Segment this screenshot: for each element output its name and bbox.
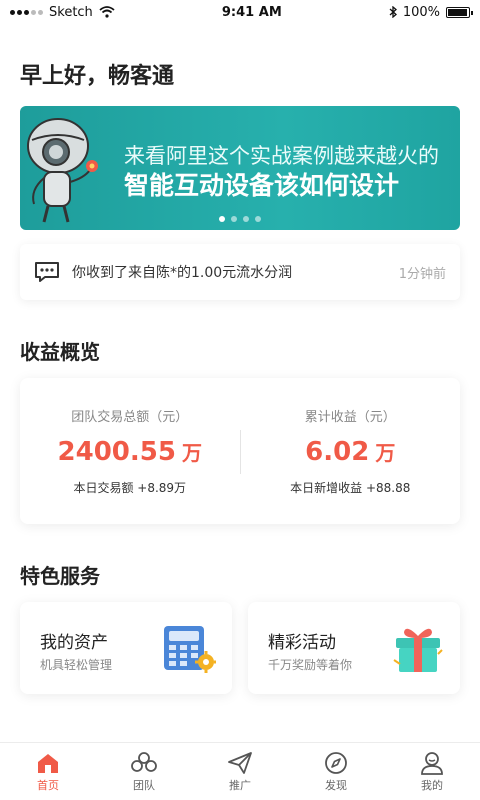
status-bar: Sketch 9:41 AM 100% <box>0 0 480 24</box>
earnings-card[interactable]: 团队交易总额（元） 2400.55 万 本日交易额 +8.89万 累计收益（元）… <box>20 378 460 524</box>
battery-icon <box>446 6 473 18</box>
message-icon <box>35 262 59 282</box>
tab-discover-label: 发现 <box>325 778 347 792</box>
home-page: 早上好，畅客通 来看阿里这个实战案例越来越火的 智能互动设备该如何设计 你收到了… <box>0 24 480 742</box>
earnings-section-title: 收益概览 <box>20 340 100 364</box>
home-icon <box>38 753 58 773</box>
signal-strength-icon <box>10 9 43 15</box>
carousel-dot[interactable] <box>231 216 237 222</box>
wifi-icon <box>99 6 115 18</box>
greeting-title: 早上好，畅客通 <box>20 64 175 89</box>
today-volume: 本日交易额 +8.89万 <box>73 481 187 495</box>
bluetooth-icon <box>389 6 397 18</box>
notice-text: 你收到了来自陈*的1.00元流水分润 <box>72 265 293 281</box>
send-icon <box>228 751 252 774</box>
tab-promote-label: 推广 <box>229 778 251 792</box>
tab-home-label: 首页 <box>37 778 59 792</box>
team-volume-stat: 团队交易总额（元） 2400.55 万 本日交易额 +8.89万 <box>20 378 240 524</box>
events-subtitle: 千万奖励等着你 <box>268 658 353 672</box>
tab-discover[interactable]: 发现 <box>288 743 384 800</box>
carousel-dot[interactable] <box>219 216 225 222</box>
team-volume-number: 2400.55 <box>57 437 176 467</box>
carrier-name: Sketch <box>49 4 93 20</box>
tab-profile-label: 我的 <box>421 778 443 792</box>
team-volume-label: 团队交易总额（元） <box>71 410 189 425</box>
total-income-label: 累计收益（元） <box>304 410 396 425</box>
total-income-number: 6.02 <box>305 437 370 467</box>
promo-banner[interactable]: 来看阿里这个实战案例越来越火的 智能互动设备该如何设计 <box>20 106 460 230</box>
tab-home[interactable]: 首页 <box>0 743 96 800</box>
carousel-indicator[interactable] <box>20 216 460 222</box>
tab-team[interactable]: 团队 <box>96 743 192 800</box>
today-income: 本日新增收益 +88.88 <box>290 481 411 495</box>
compass-icon <box>325 751 347 774</box>
notice-time: 1分钟前 <box>398 266 446 282</box>
events-title: 精彩活动 <box>268 633 336 653</box>
total-income-stat: 累计收益（元） 6.02 万 本日新增收益 +88.88 <box>241 378 461 524</box>
income-notice[interactable]: 你收到了来自陈*的1.00元流水分润 1分钟前 <box>20 244 460 300</box>
team-icon <box>131 751 157 772</box>
banner-subheadline: 智能互动设备该如何设计 <box>124 171 400 200</box>
events-card[interactable]: 精彩活动 千万奖励等着你 <box>248 602 460 694</box>
status-right: 100% <box>389 4 473 20</box>
tab-profile[interactable]: 我的 <box>384 743 480 800</box>
carousel-dot[interactable] <box>243 216 249 222</box>
gift-icon <box>393 628 443 672</box>
bottom-tab-bar: 首页 团队 推广 发现 我的 <box>0 742 480 800</box>
battery-percent: 100% <box>402 4 440 20</box>
services-section-title: 特色服务 <box>20 564 100 588</box>
profile-icon <box>421 751 443 775</box>
calculator-icon <box>164 626 216 673</box>
tab-promote[interactable]: 推广 <box>192 743 288 800</box>
team-volume-value: 2400.55 万 <box>58 437 202 467</box>
tab-team-label: 团队 <box>133 778 155 792</box>
my-assets-subtitle: 机具轻松管理 <box>40 658 113 672</box>
team-volume-unit: 万 <box>181 441 202 465</box>
status-time: 9:41 AM <box>221 4 282 20</box>
battery-level <box>448 8 467 16</box>
my-assets-title: 我的资产 <box>40 633 108 653</box>
carousel-dot[interactable] <box>255 216 261 222</box>
total-income-unit: 万 <box>375 441 396 465</box>
total-income-value: 6.02 万 <box>305 437 395 467</box>
robot-illustration-icon <box>27 118 98 223</box>
status-left: Sketch <box>10 5 115 20</box>
my-assets-card[interactable]: 我的资产 机具轻松管理 <box>20 602 232 694</box>
